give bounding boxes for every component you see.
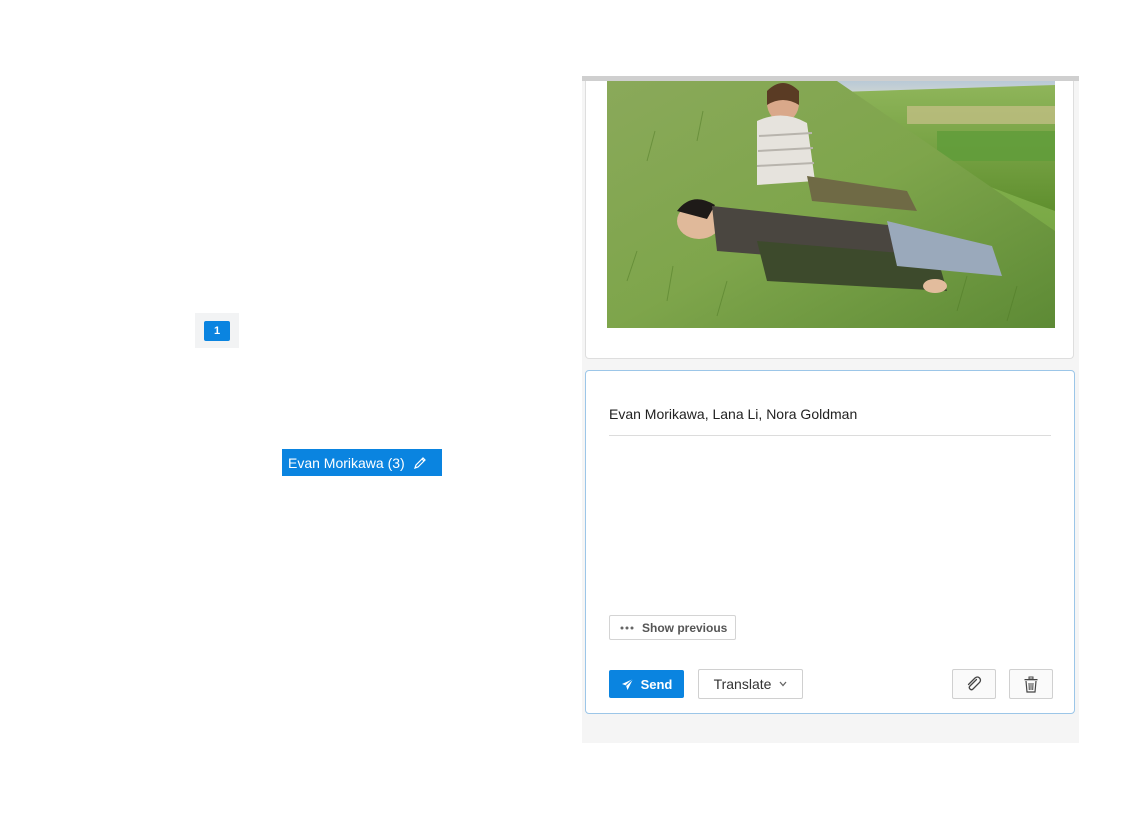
pagination: 1	[195, 313, 239, 348]
discard-button[interactable]	[1009, 669, 1053, 699]
recipients-text: Evan Morikawa, Lana Li, Nora Goldman	[609, 406, 858, 422]
send-label: Send	[640, 676, 673, 692]
translate-label: Translate	[713, 676, 772, 692]
attach-button[interactable]	[952, 669, 996, 699]
message-panel: Evan Morikawa, Lana Li, Nora Goldman Sho…	[582, 76, 1079, 743]
recipient-chip[interactable]: Evan Morikawa (3)	[282, 449, 442, 476]
chevron-down-icon	[779, 681, 787, 687]
recipient-chip-label: Evan Morikawa (3)	[288, 454, 405, 471]
page-number-badge[interactable]: 1	[204, 320, 230, 341]
ellipsis-icon	[620, 626, 634, 629]
recipients-field[interactable]: Evan Morikawa, Lana Li, Nora Goldman	[609, 403, 1051, 436]
message-photo[interactable]	[607, 81, 1055, 328]
compose-box: Evan Morikawa, Lana Li, Nora Goldman Sho…	[585, 370, 1075, 714]
translate-dropdown[interactable]: Translate	[698, 669, 803, 699]
photo-image	[607, 81, 1055, 328]
pencil-icon[interactable]	[413, 456, 427, 470]
send-button[interactable]: Send	[609, 670, 684, 698]
paperclip-icon	[967, 676, 982, 691]
show-previous-button[interactable]: Show previous	[609, 615, 736, 640]
photo-card	[585, 81, 1074, 359]
show-previous-label: Show previous	[642, 620, 728, 635]
trash-icon	[1024, 676, 1038, 693]
send-icon	[621, 678, 633, 690]
